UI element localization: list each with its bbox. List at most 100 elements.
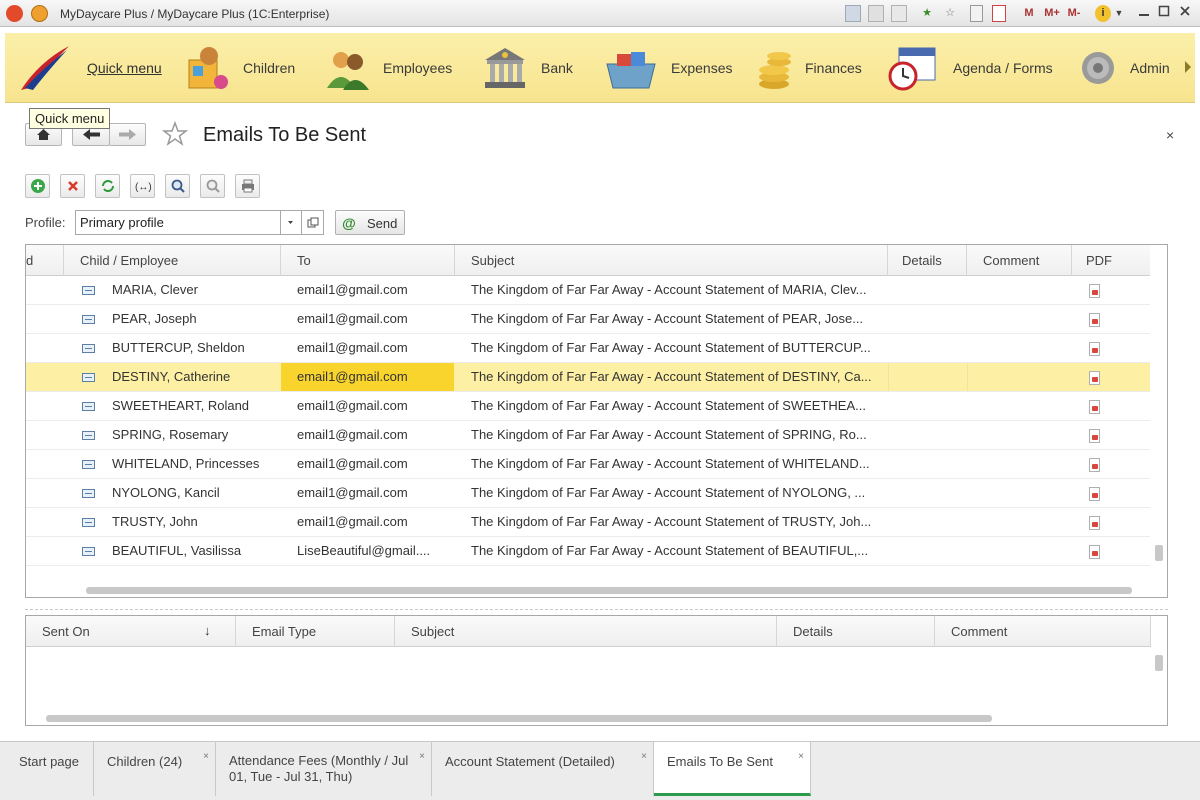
panel-splitter[interactable] <box>25 609 1168 612</box>
print-list-button[interactable] <box>235 174 260 198</box>
tab-children[interactable]: Children (24) × <box>94 742 216 796</box>
send-button[interactable]: @ Send <box>335 210 405 235</box>
minimize-button[interactable] <box>1137 5 1151 22</box>
cell-child-employee[interactable]: DESTINY, Catherine <box>96 363 281 391</box>
cell-comment[interactable] <box>967 421 1072 449</box>
pdf-icon[interactable] <box>1089 516 1100 530</box>
table-row[interactable]: NYOLONG, Kancil email1@gmail.com The Kingd… <box>26 479 1151 508</box>
cell-to[interactable]: email1@gmail.com <box>281 479 454 507</box>
output-list-button[interactable]: (↔) <box>130 174 155 198</box>
cell-subject[interactable]: The Kingdom of Far Far Away - Account St… <box>455 334 888 362</box>
table-row[interactable]: BEAUTIFUL, Vasilissa LiseBeautiful@gmail.… <box>26 537 1151 566</box>
add-button[interactable] <box>25 174 50 198</box>
cell-details[interactable] <box>888 334 967 362</box>
column-header-pdf[interactable]: PDF <box>1072 245 1151 276</box>
cell-to[interactable]: email1@gmail.com <box>281 363 454 391</box>
cell-subject[interactable]: The Kingdom of Far Far Away - Account St… <box>455 392 888 420</box>
pdf-icon[interactable] <box>1089 458 1100 472</box>
print-icon[interactable] <box>868 5 884 22</box>
cell-child-employee[interactable]: SPRING, Rosemary <box>96 421 281 449</box>
profile-field[interactable]: Primary profile <box>75 210 281 235</box>
cell-to[interactable]: email1@gmail.com <box>281 305 454 333</box>
column-header-details[interactable]: Details <box>888 245 967 276</box>
cell-details[interactable] <box>888 305 967 333</box>
cell-details[interactable] <box>888 537 967 565</box>
close-tab-icon[interactable]: × <box>203 749 209 765</box>
cell-comment[interactable] <box>967 363 1072 391</box>
favorites-icon[interactable]: ☆ <box>942 5 958 22</box>
sent-table-horizontal-scroll-thumb[interactable] <box>46 715 992 722</box>
table-vertical-scrollbar[interactable] <box>1150 245 1167 583</box>
pdf-icon[interactable] <box>1089 313 1100 327</box>
pdf-icon[interactable] <box>1089 545 1100 559</box>
table-horizontal-scroll-thumb[interactable] <box>86 587 1132 594</box>
pdf-icon[interactable] <box>1089 371 1100 385</box>
cell-details[interactable] <box>888 508 967 536</box>
tab-account-statement[interactable]: Account Statement (Detailed) × <box>432 742 654 796</box>
sent-table-vertical-scroll-thumb[interactable] <box>1155 655 1163 671</box>
pdf-icon[interactable] <box>1089 400 1100 414</box>
cell-details[interactable] <box>888 479 967 507</box>
favorites-add-icon[interactable]: ★ <box>919 5 935 22</box>
profile-dropdown-button[interactable] <box>281 210 302 235</box>
cell-comment[interactable] <box>967 305 1072 333</box>
tab-emails-to-be-sent[interactable]: Emails To Be Sent × <box>654 742 811 796</box>
table-row[interactable]: SPRING, Rosemary email1@gmail.com The King… <box>26 421 1151 450</box>
cell-to[interactable]: email1@gmail.com <box>281 508 454 536</box>
cell-child-employee[interactable]: PEAR, Joseph <box>96 305 281 333</box>
tab-attendance-fees[interactable]: Attendance Fees (Monthly / Jul 01, Tue -… <box>216 742 432 796</box>
cell-child-employee[interactable]: NYOLONG, Kancil <box>96 479 281 507</box>
cell-child-employee[interactable]: WHITELAND, Princesses <box>96 450 281 478</box>
calendar-icon[interactable] <box>992 5 1006 22</box>
column-header-email-type[interactable]: Email Type <box>236 616 395 647</box>
profile-open-button[interactable] <box>302 210 324 235</box>
table-row[interactable]: MARIA, Clever email1@gmail.com The Kingdom… <box>26 276 1151 305</box>
memory-minus-button[interactable]: M- <box>1065 5 1083 22</box>
sort-descending-icon[interactable]: ↓ <box>204 623 211 638</box>
cell-subject[interactable]: The Kingdom of Far Far Away - Account St… <box>455 537 888 565</box>
pdf-icon[interactable] <box>1089 487 1100 501</box>
cell-comment[interactable] <box>967 392 1072 420</box>
tab-start-page[interactable]: Start page <box>6 742 94 796</box>
table-row[interactable]: PEAR, Joseph email1@gmail.com The Kingdom … <box>26 305 1151 334</box>
pdf-icon[interactable] <box>1089 284 1100 298</box>
table-row[interactable]: WHITELAND, Princesses email1@gmail.com The… <box>26 450 1151 479</box>
column-header-subject[interactable]: Subject <box>455 245 888 276</box>
search-button[interactable] <box>165 174 190 198</box>
section-children[interactable]: Children <box>183 33 295 103</box>
table-row[interactable]: SWEETHEART, Roland email1@gmail.com The Ki… <box>26 392 1151 421</box>
refresh-button[interactable] <box>95 174 120 198</box>
forward-button[interactable] <box>109 123 146 146</box>
preview-icon[interactable] <box>891 5 907 22</box>
section-expenses[interactable]: Expenses <box>603 33 732 103</box>
column-header-sent-details[interactable]: Details <box>777 616 935 647</box>
column-header-sent-subject[interactable]: Subject <box>395 616 777 647</box>
save-icon[interactable] <box>845 5 861 22</box>
cell-child-employee[interactable]: BUTTERCUP, Sheldon <box>96 334 281 362</box>
section-agenda-forms[interactable]: Agenda / Forms <box>885 33 1053 103</box>
delete-button[interactable] <box>60 174 85 198</box>
column-header-sent-comment[interactable]: Comment <box>935 616 1151 647</box>
close-tab-icon[interactable]: × <box>641 749 647 765</box>
pdf-icon[interactable] <box>1089 342 1100 356</box>
cell-subject[interactable]: The Kingdom of Far Far Away - Account St… <box>455 508 888 536</box>
cell-child-employee[interactable]: MARIA, Clever <box>96 276 281 304</box>
table-row[interactable]: BUTTERCUP, Sheldon email1@gmail.com The Ki… <box>26 334 1151 363</box>
close-tab-icon[interactable]: × <box>798 749 804 765</box>
column-header-comment[interactable]: Comment <box>967 245 1072 276</box>
cell-comment[interactable] <box>967 334 1072 362</box>
table-row[interactable]: TRUSTY, John email1@gmail.com The Kingdom … <box>26 508 1151 537</box>
sent-table-vertical-scrollbar[interactable] <box>1150 647 1167 711</box>
section-employees[interactable]: Employees <box>323 33 452 103</box>
cell-child-employee[interactable]: SWEETHEART, Roland <box>96 392 281 420</box>
column-header-d[interactable]: d <box>26 245 64 276</box>
cell-to[interactable]: email1@gmail.com <box>281 421 454 449</box>
cell-subject[interactable]: The Kingdom of Far Far Away - Account St… <box>455 450 888 478</box>
cell-to[interactable]: email1@gmail.com <box>281 392 454 420</box>
cancel-search-button[interactable] <box>200 174 225 198</box>
maximize-button[interactable] <box>1157 5 1171 22</box>
cell-subject[interactable]: The Kingdom of Far Far Away - Account St… <box>455 276 888 304</box>
cell-comment[interactable] <box>967 508 1072 536</box>
star-icon[interactable] <box>161 120 189 150</box>
chevron-down-icon[interactable]: ▼ <box>1114 5 1124 22</box>
